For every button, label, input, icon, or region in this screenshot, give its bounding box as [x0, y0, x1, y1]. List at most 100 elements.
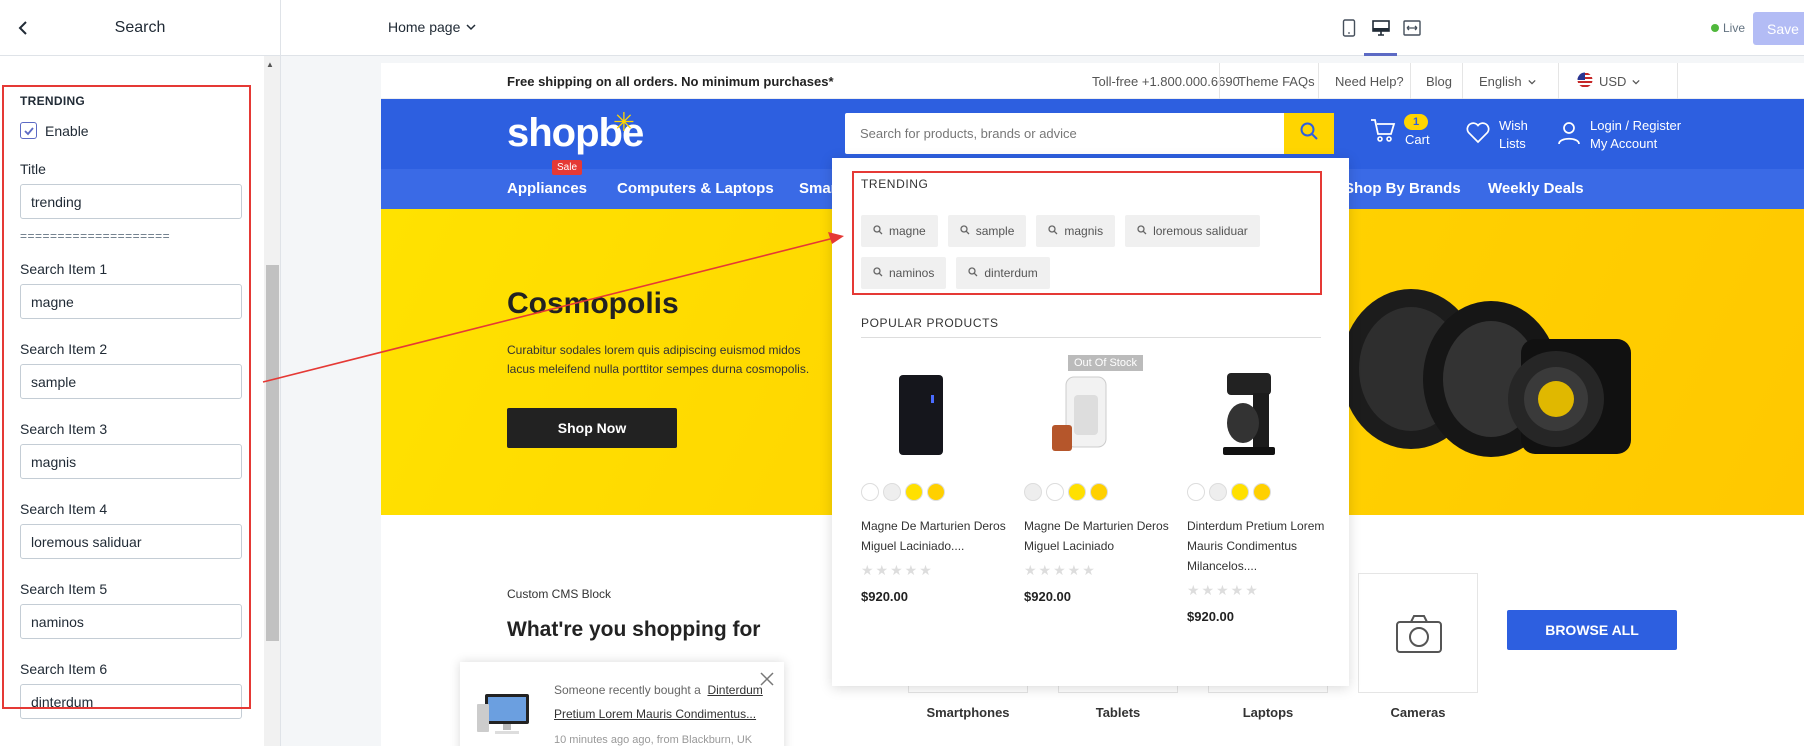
product-image[interactable] — [1187, 355, 1317, 475]
tollfree-number[interactable]: Toll-free +1.800.000.6690 — [1092, 74, 1240, 89]
sun-icon: ✳ — [613, 107, 635, 137]
swatch[interactable] — [905, 483, 923, 501]
category-card-cameras[interactable] — [1358, 573, 1478, 693]
trending-tag[interactable]: magnis — [1036, 215, 1116, 247]
nav-item-weekly-deals[interactable]: Weekly Deals — [1488, 180, 1584, 197]
language-selector[interactable]: English — [1479, 74, 1536, 89]
category-label-laptops[interactable]: Laptops — [1208, 705, 1328, 720]
currency-selector[interactable]: USD — [1577, 72, 1641, 91]
active-view-indicator — [1364, 53, 1397, 56]
swatch[interactable] — [1024, 483, 1042, 501]
search-item-label: Search Item 6 — [20, 661, 108, 677]
product-card: Dinterdum Pretium Lorem Mauris Condiment… — [1187, 355, 1337, 624]
search-item-input[interactable]: sample — [20, 364, 242, 399]
trending-tag[interactable]: magne — [861, 215, 938, 247]
search-item-label: Search Item 5 — [20, 581, 108, 597]
swatch[interactable] — [1253, 483, 1271, 501]
search-item-input[interactable]: magne — [20, 284, 242, 319]
nav-item-computers[interactable]: Computers & Laptops — [617, 180, 774, 197]
trending-tag[interactable]: naminos — [861, 257, 947, 289]
product-thumbnail — [477, 694, 529, 734]
save-button[interactable]: Save — [1753, 12, 1804, 45]
back-arrow-icon[interactable] — [14, 18, 34, 38]
fullwidth-view-icon[interactable] — [1400, 16, 1424, 40]
nav-item-appliances[interactable]: Appliances — [507, 180, 587, 197]
browse-all-button[interactable]: BROWSE ALL — [1507, 610, 1677, 650]
category-label-tablets[interactable]: Tablets — [1058, 705, 1178, 720]
product-name[interactable]: Magne De Marturien Deros Miguel Laciniad… — [861, 516, 1011, 556]
camera-icon — [1395, 614, 1443, 659]
category-label-cameras[interactable]: Cameras — [1358, 705, 1478, 720]
color-swatches — [1187, 483, 1337, 501]
search-item-input[interactable]: loremous saliduar — [20, 524, 242, 559]
wishlist-line1: Wish — [1499, 118, 1528, 133]
search-item-input[interactable]: naminos — [20, 604, 242, 639]
notification-prefix: Someone recently bought a — [554, 683, 701, 697]
trending-tag-label: magnis — [1064, 224, 1104, 238]
hero-title: Cosmopolis — [507, 287, 679, 320]
enable-checkbox[interactable] — [20, 122, 37, 139]
search-item-field: Search Item 1 magne — [20, 261, 244, 319]
title-field[interactable]: trending — [20, 184, 242, 219]
product-image[interactable] — [861, 355, 991, 475]
shop-now-button[interactable]: Shop Now — [507, 408, 677, 448]
live-label: Live — [1723, 21, 1746, 35]
us-flag-icon — [1577, 72, 1593, 91]
page-selector[interactable]: Home page — [388, 19, 476, 35]
swatch[interactable] — [1187, 483, 1205, 501]
camera-lenses-image — [1341, 289, 1631, 457]
status-dot — [1711, 24, 1719, 32]
swatch[interactable] — [1046, 483, 1064, 501]
swatch[interactable] — [861, 483, 879, 501]
search-button[interactable] — [1284, 113, 1334, 154]
account-label: Login / Register My Account — [1590, 117, 1681, 153]
close-icon[interactable] — [760, 672, 774, 691]
editor-topbar: Home page Live Save — [281, 0, 1804, 56]
trending-tag-label: loremous saliduar — [1153, 224, 1248, 238]
store-search-input[interactable]: Search for products, brands or advice — [845, 113, 1333, 154]
search-icon — [1137, 224, 1147, 238]
blog-link[interactable]: Blog — [1426, 74, 1452, 89]
swatch[interactable] — [1231, 483, 1249, 501]
scroll-up-icon[interactable]: ▲ — [266, 60, 274, 69]
swatch[interactable] — [927, 483, 945, 501]
swatch[interactable] — [1209, 483, 1227, 501]
swatch[interactable] — [1068, 483, 1086, 501]
sidebar-scrollbar-thumb[interactable] — [266, 265, 279, 641]
desktop-view-icon[interactable] — [1369, 16, 1393, 40]
product-name[interactable]: Dinterdum Pretium Lorem Mauris Condiment… — [1187, 516, 1337, 576]
swatch[interactable] — [883, 483, 901, 501]
search-item-input[interactable]: magnis — [20, 444, 242, 479]
wishlist-line2: Lists — [1499, 136, 1526, 151]
nav-item-brands[interactable]: Shop By Brands — [1344, 180, 1461, 197]
product-name[interactable]: Magne De Marturien Deros Miguel Laciniad… — [1024, 516, 1174, 556]
theme-faqs-link[interactable]: Theme FAQs — [1238, 74, 1315, 89]
trending-tag-label: naminos — [889, 266, 935, 280]
nav-item-smart[interactable]: Smar — [799, 180, 837, 197]
user-icon — [1556, 120, 1582, 151]
account-link[interactable]: Login / Register My Account — [1556, 117, 1681, 153]
mobile-view-icon[interactable] — [1337, 16, 1361, 40]
divider — [1318, 63, 1319, 99]
search-item-input[interactable]: dinterdum — [20, 684, 242, 719]
search-item-label: Search Item 2 — [20, 341, 108, 357]
product-image[interactable]: Out Of Stock — [1024, 355, 1154, 475]
star-rating: ★★★★★ — [1024, 562, 1097, 578]
trending-tag[interactable]: loremous saliduar — [1125, 215, 1260, 247]
trending-tag[interactable]: sample — [947, 215, 1027, 247]
chevron-down-icon — [466, 19, 476, 35]
category-label-smartphones[interactable]: Smartphones — [908, 705, 1028, 720]
chevron-down-icon — [1632, 74, 1641, 89]
notification-time: 10 minutes ago ago, from Blackburn, UK — [554, 734, 753, 746]
live-status: Live — [1711, 21, 1745, 35]
trending-heading: TRENDING — [861, 177, 929, 191]
search-icon — [873, 266, 883, 280]
color-swatches — [861, 483, 1011, 501]
swatch[interactable] — [1090, 483, 1108, 501]
trending-tag[interactable]: dinterdum — [956, 257, 1050, 289]
out-of-stock-badge: Out Of Stock — [1068, 355, 1143, 371]
page-selector-label: Home page — [388, 19, 461, 35]
wishlist-link[interactable]: Wish Lists — [1465, 117, 1528, 153]
enable-label: Enable — [45, 122, 89, 139]
need-help-link[interactable]: Need Help? — [1335, 74, 1404, 89]
